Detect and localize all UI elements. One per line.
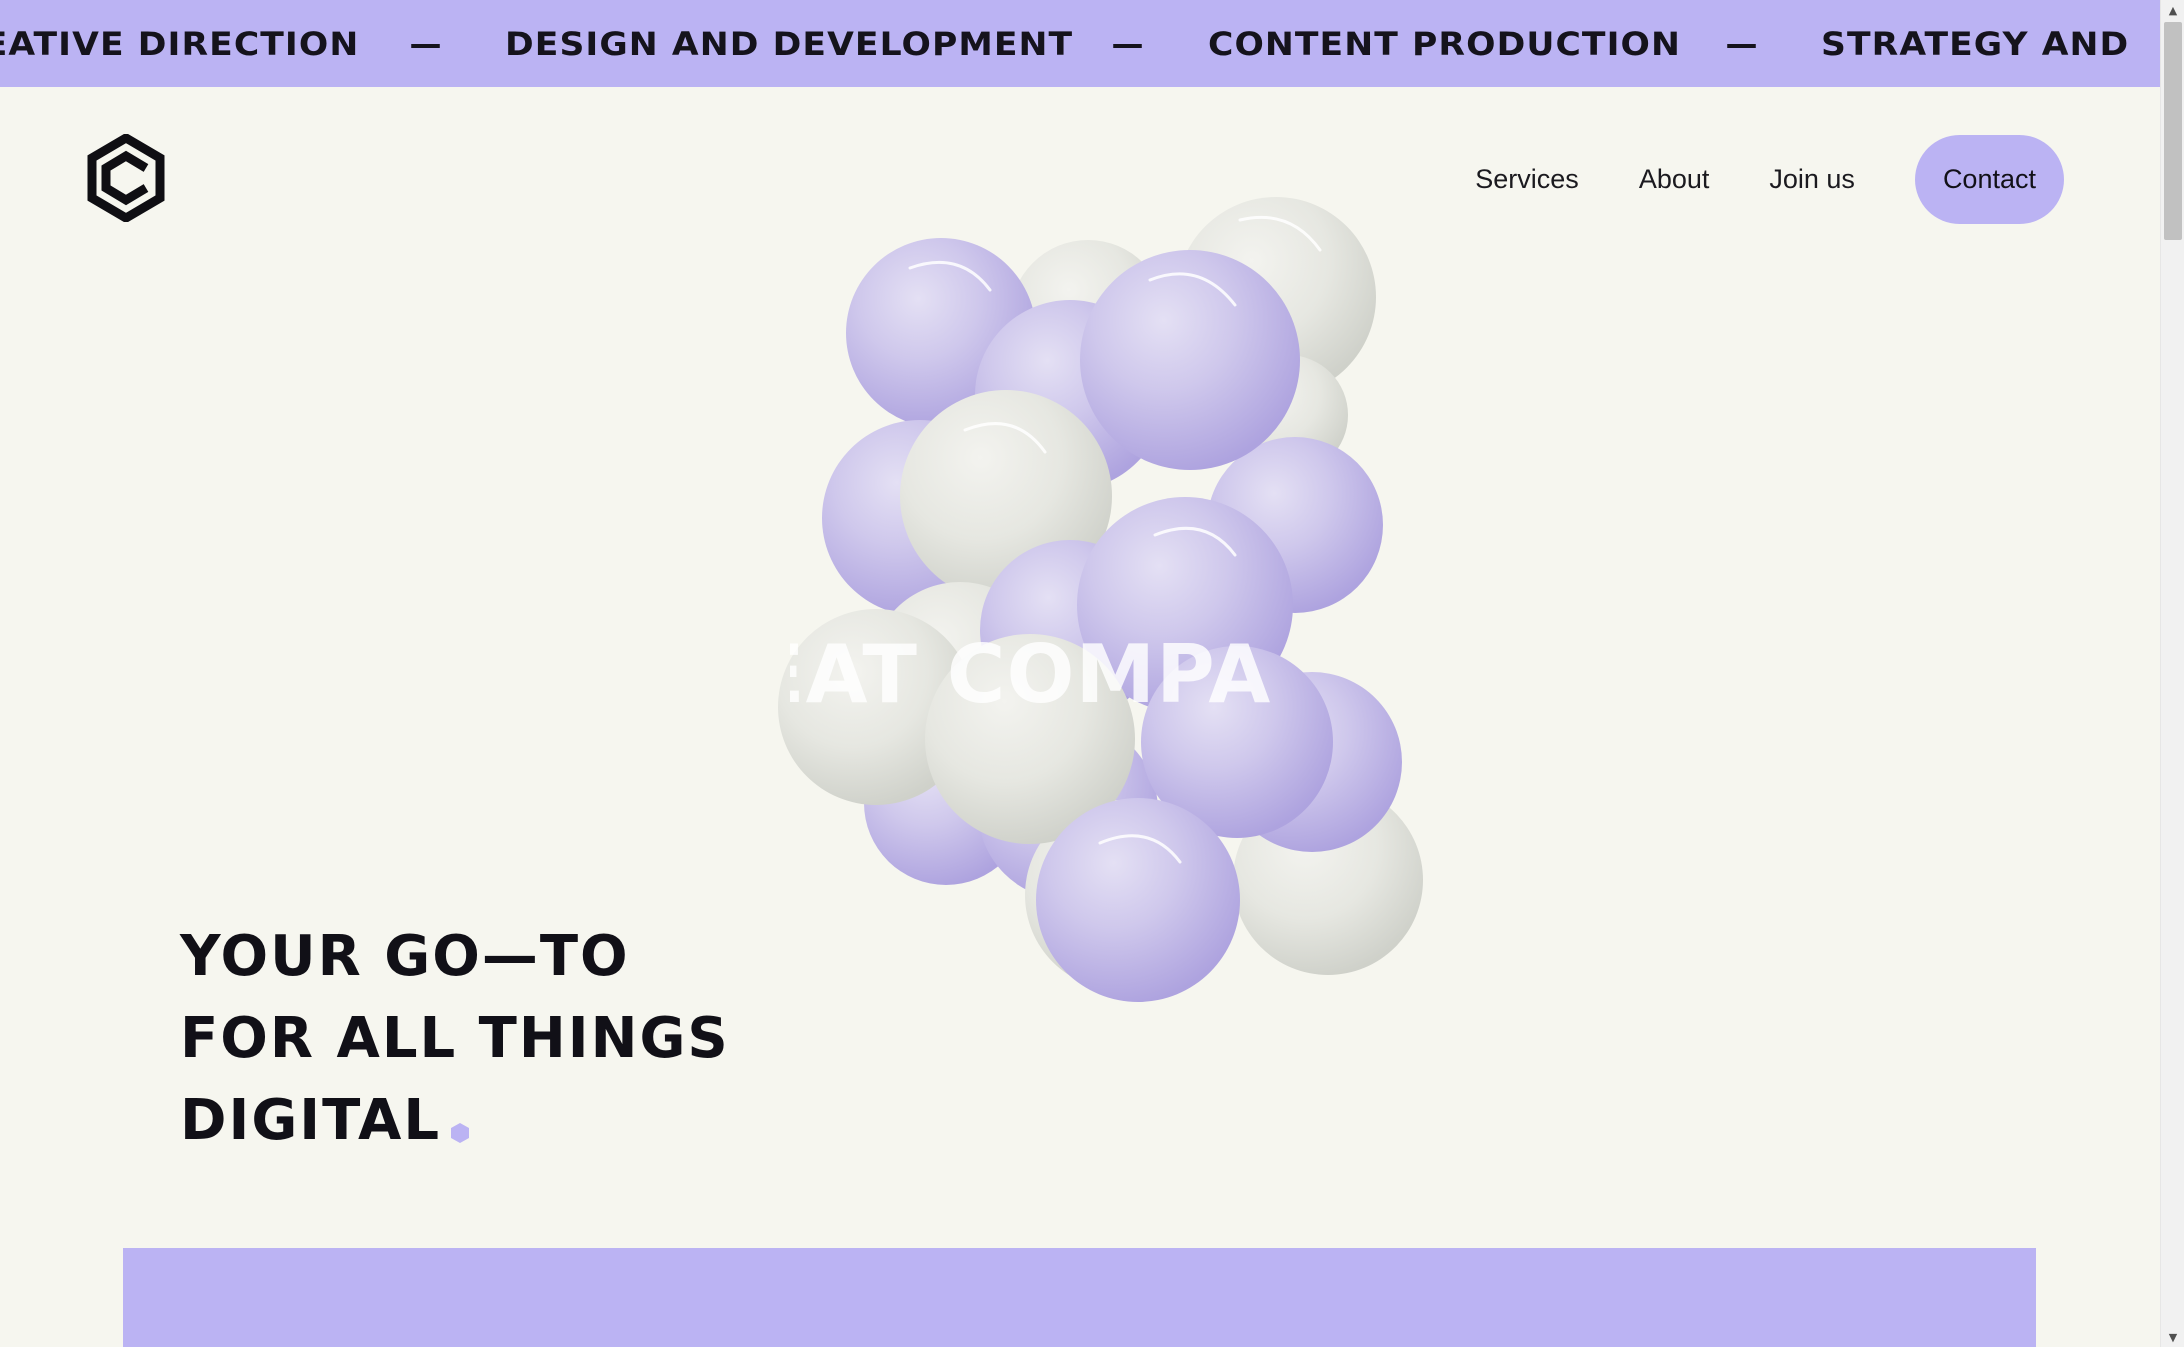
nav-about-link[interactable]: About (1639, 164, 1710, 195)
hero-overlay-word: EAT COMPA (790, 630, 1272, 720)
vertical-scrollbar[interactable]: ▲ ▼ (2160, 0, 2184, 1347)
scrollbar-thumb[interactable] (2164, 22, 2182, 240)
marquee-item: STRATEGY AND (1821, 24, 2130, 63)
nav-services-link[interactable]: Services (1475, 164, 1579, 195)
headline-line-3: DIGITAL (180, 1080, 880, 1162)
services-marquee: REATIVE DIRECTION — DESIGN AND DEVELOPME… (0, 0, 2160, 87)
page: REATIVE DIRECTION — DESIGN AND DEVELOPME… (0, 0, 2160, 1347)
hexagon-c-logo-icon[interactable] (86, 134, 166, 222)
contact-button[interactable]: Contact (1914, 135, 2064, 224)
marquee-item: CONTENT PRODUCTION (1207, 24, 1681, 63)
marquee-item: DESIGN AND DEVELOPMENT (505, 24, 1074, 63)
headline-line-3-text: DIGITAL (180, 1088, 441, 1153)
marquee-separator: — (1725, 24, 1758, 63)
purple-content-panel (123, 1248, 2036, 1347)
marquee-track: REATIVE DIRECTION — DESIGN AND DEVELOPME… (0, 0, 2129, 87)
marquee-item: REATIVE DIRECTION (0, 24, 360, 63)
scroll-up-arrow-icon[interactable]: ▲ (2161, 0, 2184, 20)
marquee-separator: — (1111, 24, 1144, 63)
hero-headline: YOUR GO—TO FOR ALL THINGS DIGITAL (180, 916, 880, 1162)
hero-overlay-text: EAT COMPA (790, 630, 1310, 720)
nav-join-link[interactable]: Join us (1769, 164, 1855, 195)
main-nav: Services About Join us Contact (1475, 135, 2064, 224)
headline-line-1: YOUR GO—TO (180, 924, 630, 989)
marquee-separator: — (409, 24, 442, 63)
scroll-down-arrow-icon[interactable]: ▼ (2161, 1327, 2184, 1347)
headline-line-2: FOR ALL THINGS (180, 1006, 730, 1071)
hexagon-dot-icon (451, 1123, 469, 1143)
